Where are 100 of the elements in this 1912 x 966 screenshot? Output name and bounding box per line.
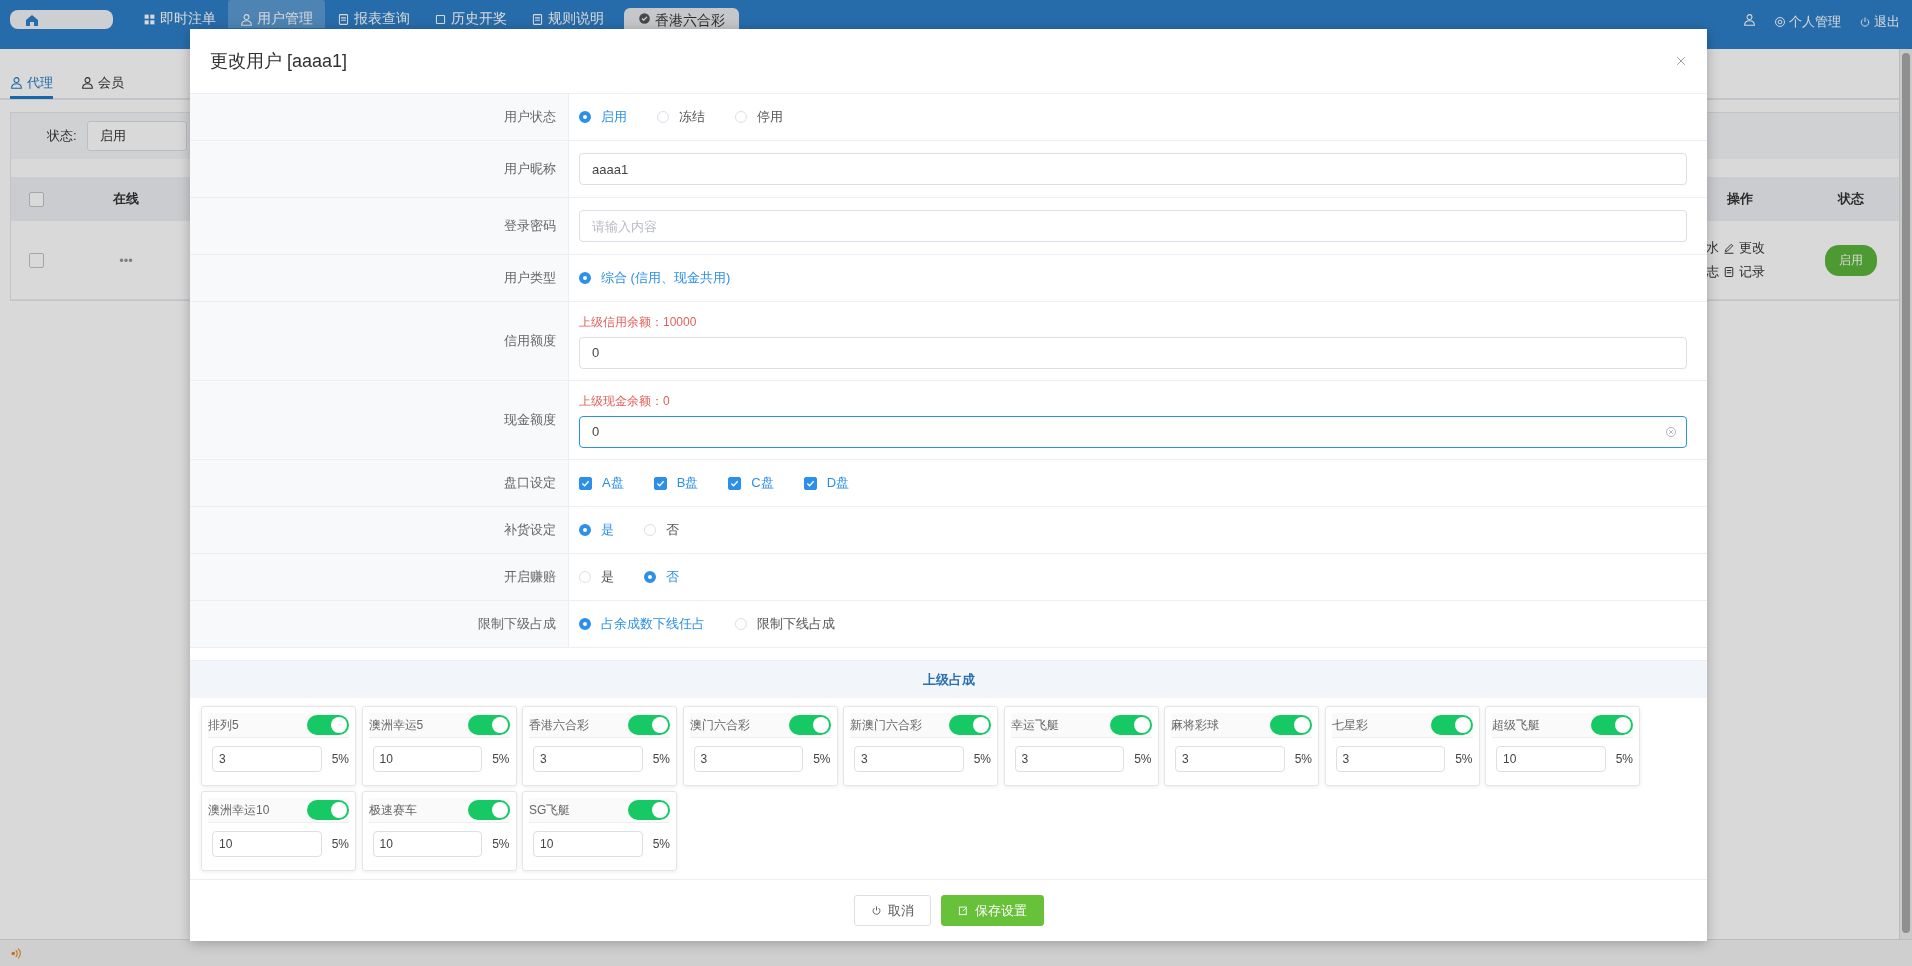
check-icon (655, 478, 665, 488)
toggle-switch[interactable] (1591, 715, 1633, 735)
percent-text: 5% (973, 752, 991, 766)
input-field[interactable]: 3 (1014, 746, 1125, 772)
user-icon (10, 76, 23, 89)
checkbox-option[interactable]: A盘 (579, 474, 624, 492)
profile-link[interactable]: 个人管理 (1774, 13, 1841, 31)
user-icon (81, 76, 94, 89)
power-icon (870, 905, 882, 916)
balance-hint: 上级信用余额：10000 (579, 313, 698, 331)
input-field[interactable]: 0 (579, 415, 1687, 448)
percent-text: 5% (492, 752, 510, 766)
square-icon (434, 12, 447, 26)
input-field[interactable]: 3 (854, 746, 964, 772)
nav-tab[interactable]: 报表查询 (325, 0, 422, 28)
nav-tab[interactable]: 规则说明 (519, 0, 616, 28)
lottery-tab[interactable]: 香港六合彩 (624, 8, 739, 29)
action-link[interactable]: 水 (1706, 239, 1719, 257)
input-field[interactable]: 10 (212, 831, 322, 857)
input-field[interactable]: 0 (579, 336, 1687, 369)
percent-text: 5% (813, 752, 831, 766)
radio-option[interactable]: 停用 (735, 108, 783, 126)
check-circle-icon (638, 12, 651, 25)
field-label: 补货设定 (190, 507, 569, 553)
toggle-switch[interactable] (307, 800, 349, 820)
input-field[interactable]: 3 (1175, 746, 1285, 772)
signal-icon (10, 946, 23, 960)
percent-text: 5% (652, 837, 670, 851)
radio-option[interactable]: 是 (579, 568, 614, 586)
field-label: 信用额度 (190, 302, 569, 380)
field-label: 用户类型 (190, 255, 569, 301)
radio-option[interactable]: 否 (644, 521, 679, 539)
scrollbar[interactable] (1899, 49, 1912, 939)
logout-link[interactable]: 退出 (1859, 13, 1900, 31)
action-link[interactable]: 记录 (1739, 263, 1765, 281)
pencil-icon (1723, 242, 1735, 254)
edit-icon (957, 905, 969, 916)
input-field[interactable]: 10 (533, 831, 643, 857)
radio-option[interactable]: 是 (579, 521, 614, 539)
input-field[interactable]: 10 (372, 746, 483, 772)
document-icon (531, 12, 544, 26)
toggle-switch[interactable] (628, 800, 670, 820)
toggle-switch[interactable] (1109, 715, 1152, 735)
filter-label: 状态: (47, 127, 77, 145)
input-field[interactable]: 3 (1335, 746, 1446, 772)
nav-tab[interactable]: 即时注单 (131, 0, 228, 28)
status-select[interactable]: 启用 (86, 121, 187, 151)
section-header: 上级占成 (190, 660, 1707, 698)
tab[interactable]: 代理 (10, 69, 53, 99)
game-name: 澳洲幸运10 (208, 801, 270, 819)
toggle-switch[interactable] (1270, 715, 1312, 735)
input-field[interactable]: 3 (533, 746, 643, 772)
input-field[interactable]: 10 (372, 831, 483, 857)
radio-option[interactable]: 限制下线占成 (735, 615, 835, 633)
home-button[interactable] (10, 10, 113, 29)
toggle-switch[interactable] (788, 715, 831, 735)
checkbox[interactable] (28, 191, 44, 207)
game-name: 超级飞艇 (1492, 716, 1540, 734)
radio-option[interactable]: 综合 (信用、现金共用) (579, 269, 731, 287)
user-icon (240, 12, 253, 26)
checkbox-option[interactable]: B盘 (653, 474, 699, 492)
column-header: 状态 (1836, 190, 1865, 208)
checkbox-option[interactable]: C盘 (728, 474, 774, 492)
radio-option[interactable]: 启用 (579, 108, 627, 126)
toggle-switch[interactable] (467, 800, 510, 820)
input-field[interactable]: 请输入内容 (579, 210, 1687, 242)
input-field[interactable]: 10 (1496, 746, 1606, 772)
toggle-switch[interactable] (467, 715, 510, 735)
action-link[interactable]: 更改 (1739, 239, 1765, 257)
checkbox-option[interactable]: D盘 (803, 474, 850, 492)
radio-option[interactable]: 冻结 (657, 108, 705, 126)
action-link[interactable]: 志 (1706, 263, 1719, 281)
tab[interactable]: 会员 (81, 69, 124, 99)
user-icon (1743, 13, 1756, 26)
toggle-switch[interactable] (1430, 715, 1473, 735)
close-icon (1675, 55, 1687, 67)
toggle-switch[interactable] (307, 715, 349, 735)
column-header: 操作 (1726, 190, 1754, 208)
percent-text: 5% (1294, 752, 1312, 766)
radio-option[interactable]: 否 (644, 568, 679, 586)
game-name: 澳门六合彩 (689, 716, 750, 734)
input-field[interactable]: 3 (212, 746, 322, 772)
field-label: 限制下级占成 (190, 601, 569, 647)
power-icon (1859, 16, 1871, 28)
input-field[interactable]: aaaa1 (579, 153, 1687, 185)
field-label: 登录密码 (190, 198, 569, 254)
checkbox[interactable] (28, 252, 44, 268)
toggle-switch[interactable] (949, 715, 991, 735)
dialog-title: 更改用户 [aaaa1] (210, 50, 348, 73)
grid-icon (143, 12, 156, 26)
radio-option[interactable]: 占余成数下线任占 (579, 615, 705, 633)
game-name: 麻将彩球 (1171, 716, 1219, 734)
close-button[interactable] (1675, 55, 1687, 67)
field-label: 用户昵称 (190, 141, 569, 197)
field-label: 用户状态 (190, 94, 569, 140)
input-field[interactable]: 3 (693, 746, 804, 772)
nav-tab[interactable]: 历史开奖 (422, 0, 519, 28)
toggle-switch[interactable] (628, 715, 670, 735)
cancel-button[interactable]: 取消 (853, 895, 931, 926)
field-label: 开启赚赔 (190, 554, 569, 600)
